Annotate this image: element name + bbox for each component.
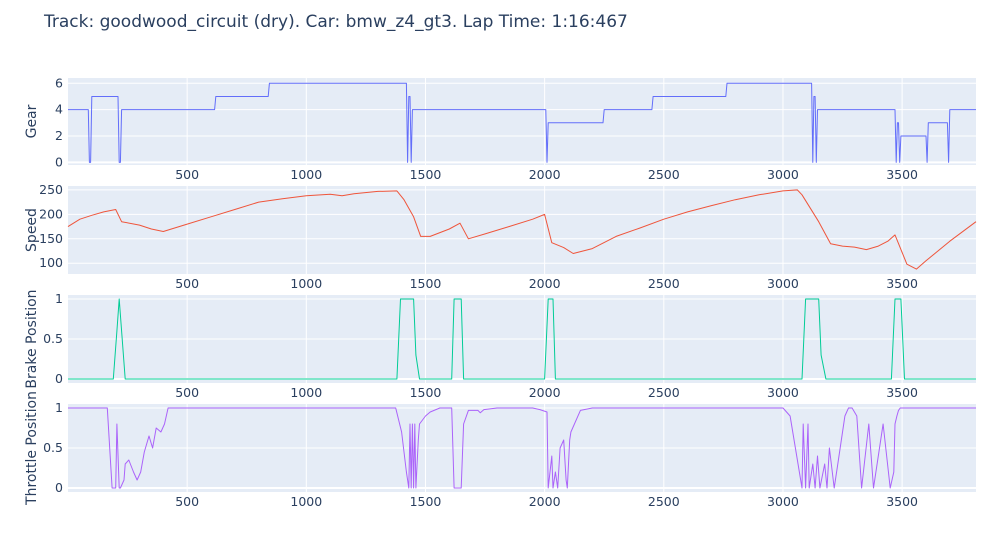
brake-x-tick-label: 2500: [648, 385, 680, 400]
gear-x-tick-label: 3000: [767, 167, 799, 182]
speed-x-tick-label: 2000: [529, 276, 561, 291]
speed-x-tick-label: 3000: [767, 276, 799, 291]
speed-y-tick-label: 200: [39, 206, 63, 221]
brake-x-tick-label: 3000: [767, 385, 799, 400]
speed-y-tick-label: 250: [39, 182, 63, 197]
gear-plot-area: [68, 78, 976, 165]
throttle-x-tick-label: 3500: [886, 494, 918, 509]
brake-x-tick-label: 1500: [410, 385, 442, 400]
brake-y-tick-label: 0: [55, 371, 63, 386]
throttle-x-tick-label: 500: [175, 494, 199, 509]
speed-y-axis-label: Speed: [24, 208, 40, 252]
gear-x-tick-label: 500: [175, 167, 199, 182]
throttle-y-axis-label: Throttle Position: [24, 391, 40, 506]
throttle-y-tick-label: 1: [55, 400, 63, 415]
throttle-x-tick-label: 3000: [767, 494, 799, 509]
gear-y-tick-label: 0: [55, 154, 63, 169]
speed-y-tick-label: 150: [39, 231, 63, 246]
gear-y-tick-label: 4: [55, 102, 63, 117]
brake-y-tick-label: 0.5: [43, 331, 63, 346]
speed-x-tick-label: 2500: [648, 276, 680, 291]
speed-plot-area: [68, 186, 976, 274]
speed-x-tick-label: 1500: [410, 276, 442, 291]
throttle-x-tick-label: 2500: [648, 494, 680, 509]
speed-x-tick-label: 3500: [886, 276, 918, 291]
telemetry-plots: 500 1000 1500 2000 2500 3000 35000246Gear500 10…: [24, 75, 977, 509]
gear-x-tick-label: 1500: [410, 167, 442, 182]
speed-x-tick-label: 1000: [290, 276, 322, 291]
throttle-y-tick-label: 0: [55, 480, 63, 495]
gear-y-axis-label: Gear: [24, 104, 40, 138]
throttle-x-tick-label: 2000: [529, 494, 561, 509]
brake-y-tick-label: 1: [55, 291, 63, 306]
brake-x-tick-label: 500: [175, 385, 199, 400]
gear-x-tick-label: 2500: [648, 167, 680, 182]
gear-y-tick-label: 2: [55, 128, 63, 143]
gear-x-tick-label: 2000: [529, 167, 561, 182]
throttle-x-tick-label: 1500: [410, 494, 442, 509]
speed-y-tick-label: 100: [39, 255, 63, 270]
gear-x-tick-label: 1000: [290, 167, 322, 182]
throttle-x-tick-label: 1000: [290, 494, 322, 509]
speed-x-tick-label: 500: [175, 276, 199, 291]
gear-x-tick-label: 3500: [886, 167, 918, 182]
brake-x-tick-label: 2000: [529, 385, 561, 400]
brake-x-tick-label: 3500: [886, 385, 918, 400]
gear-y-tick-label: 6: [55, 75, 63, 90]
brake-x-tick-label: 1000: [290, 385, 322, 400]
brake-y-axis-label: Brake Position: [24, 289, 40, 388]
throttle-y-tick-label: 0.5: [43, 440, 63, 455]
